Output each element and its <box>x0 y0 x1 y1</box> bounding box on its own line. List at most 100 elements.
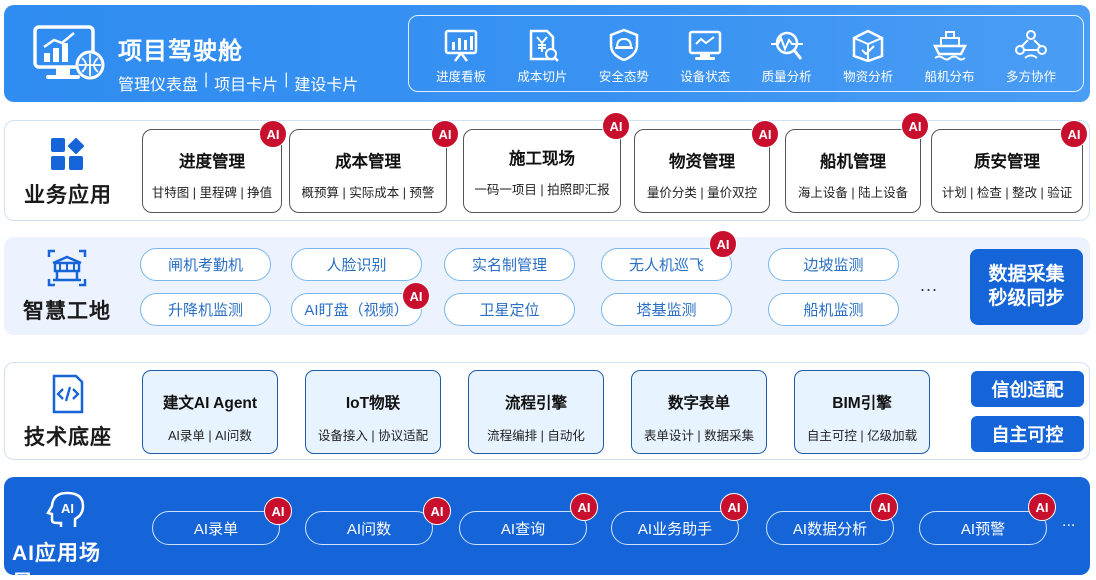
menu-quality[interactable]: 质量分析 <box>749 16 825 91</box>
tech-foundation-header: 技术底座 <box>13 373 123 451</box>
cockpit-menu: 进度看板 成本切片 安全态势 设备状态 质量分析 物资分析 船机分布 多方协作 <box>408 15 1084 92</box>
pill-gate-attendance[interactable]: 闸机考勤机 <box>140 248 271 281</box>
smart-site-title: 智慧工地 <box>23 300 111 323</box>
ai-badge: AI <box>264 497 292 525</box>
card-cost-management[interactable]: 成本管理 概预算 | 实际成本 | 预警 <box>289 129 447 213</box>
menu-safety[interactable]: 安全态势 <box>586 16 662 91</box>
card-subtitle: 量价分类 | 量价双控 <box>646 186 758 200</box>
ai-scenes-row: AI AI应用场景 AI录单 AI AI问数 AI AI查询 AI AI业务助手… <box>4 477 1090 580</box>
menu-cost-slice[interactable]: 成本切片 <box>504 16 580 91</box>
code-document-icon <box>52 374 84 414</box>
card-title: 进度管理 <box>179 153 245 171</box>
pill-real-name-management[interactable]: 实名制管理 <box>444 248 575 281</box>
card-title: 流程引擎 <box>504 395 567 412</box>
card-ai-agent[interactable]: 建文AI Agent AI录单 | AI问数 <box>142 370 278 454</box>
pill-satellite-positioning[interactable]: 卫星定位 <box>444 293 575 326</box>
menu-progress-board[interactable]: 进度看板 <box>423 16 499 91</box>
ai-badge: AI <box>901 112 929 140</box>
ai-pill-warning[interactable]: AI预警 <box>919 511 1047 545</box>
menu-label: 成本切片 <box>517 70 568 84</box>
ai-pill-business-assistant[interactable]: AI业务助手 <box>611 511 739 545</box>
menu-label: 设备状态 <box>680 70 731 84</box>
ai-pill-query[interactable]: AI查询 <box>459 511 587 545</box>
card-workflow-engine[interactable]: 流程引擎 流程编排 | 自动化 <box>468 370 604 454</box>
card-ship-machine-management[interactable]: 船机管理 海上设备 | 陆上设备 <box>785 129 921 213</box>
card-title: 数字表单 <box>667 395 730 412</box>
pill-face-recognition[interactable]: 人脸识别 <box>291 248 422 281</box>
card-subtitle: AI录单 | AI问数 <box>168 429 252 443</box>
card-title: 质安管理 <box>974 153 1040 171</box>
card-title: 成本管理 <box>335 153 401 171</box>
card-title: 施工现场 <box>509 150 575 168</box>
xinchuang-adaptation-button[interactable]: 信创适配 <box>971 371 1084 407</box>
menu-label: 质量分析 <box>761 70 812 84</box>
ai-pill-entry[interactable]: AI录单 <box>152 511 280 545</box>
menu-ship[interactable]: 船机分布 <box>912 16 988 91</box>
business-apps-row: 业务应用 进度管理 甘特图 | 里程碑 | 挣值 AI 成本管理 概预算 | 实… <box>4 112 1090 221</box>
link-separator: | <box>284 71 289 88</box>
self-controllable-button[interactable]: 自主可控 <box>971 416 1084 452</box>
card-subtitle: 甘特图 | 里程碑 | 挣值 <box>151 186 273 200</box>
pill-tower-base-monitoring[interactable]: 塔基监测 <box>601 293 732 326</box>
ai-badge: AI <box>870 493 898 521</box>
ai-pill-ask-data[interactable]: AI问数 <box>305 511 433 545</box>
ai-scenes-title: AI应用场景 <box>12 542 101 580</box>
link-project-card[interactable]: 项目卡片 <box>214 71 278 95</box>
more-ellipsis: ... <box>1062 513 1076 530</box>
card-subtitle: 概预算 | 实际成本 | 预警 <box>301 186 435 200</box>
card-title: 船机管理 <box>820 153 886 171</box>
card-digital-form[interactable]: 数字表单 表单设计 | 数据采集 <box>631 370 767 454</box>
smart-site-header: 智慧工地 <box>12 247 122 325</box>
ai-badge: AI <box>602 112 630 140</box>
ship-icon <box>932 31 967 61</box>
ai-badge: AI <box>1060 120 1088 148</box>
cockpit-links: 管理仪表盘 | 项目卡片 | 建设卡片 <box>118 71 358 95</box>
menu-device-status[interactable]: 设备状态 <box>667 16 743 91</box>
construction-site-icon <box>47 249 87 287</box>
ai-badge: AI <box>751 120 779 148</box>
menu-label: 物资分析 <box>843 70 894 84</box>
sync-line-2: 秒级同步 <box>988 288 1065 309</box>
safety-shield-icon <box>609 28 639 62</box>
quality-search-icon <box>770 31 803 60</box>
business-apps-header: 业务应用 <box>13 135 123 209</box>
ai-badge: AI <box>1028 493 1056 521</box>
tech-foundation-title: 技术底座 <box>24 426 112 449</box>
ai-head-icon: AI <box>46 491 85 527</box>
card-quality-safety-management[interactable]: 质安管理 计划 | 检查 | 整改 | 验证 <box>931 129 1083 213</box>
ai-badge: AI <box>423 497 451 525</box>
pill-elevator-monitoring[interactable]: 升降机监测 <box>140 293 271 326</box>
pill-ship-machine-monitoring[interactable]: 船机监测 <box>768 293 899 326</box>
sync-line-1: 数据采集 <box>988 264 1065 285</box>
card-bim-engine[interactable]: BIM引擎 自主可控 | 亿级加载 <box>794 370 930 454</box>
ai-badge: AI <box>259 120 287 148</box>
dashboard-monitor-icon <box>32 23 106 85</box>
more-ellipsis: ... <box>920 275 939 295</box>
ai-badge: AI <box>402 282 430 310</box>
data-sync-box: 数据采集 秒级同步 <box>970 249 1083 325</box>
pill-slope-monitoring[interactable]: 边坡监测 <box>768 248 899 281</box>
menu-label: 船机分布 <box>924 70 975 84</box>
menu-label: 安全态势 <box>598 70 649 84</box>
card-construction-site[interactable]: 施工现场 一码一项目 | 拍照即汇报 <box>463 129 621 213</box>
app-grid-icon <box>51 137 85 170</box>
collaboration-icon <box>1014 30 1047 59</box>
link-construction-card[interactable]: 建设卡片 <box>294 71 358 95</box>
ai-badge: AI <box>720 493 748 521</box>
menu-label: 进度看板 <box>435 70 486 84</box>
card-iot[interactable]: IoT物联 设备接入 | 协议适配 <box>305 370 441 454</box>
card-subtitle: 自主可控 | 亿级加载 <box>806 429 918 443</box>
link-separator: | <box>204 71 209 88</box>
cost-slice-icon <box>530 29 560 62</box>
menu-materials[interactable]: 物资分析 <box>830 16 906 91</box>
link-management-dashboard[interactable]: 管理仪表盘 <box>118 71 198 95</box>
card-title: IoT物联 <box>345 395 401 412</box>
ai-badge: AI <box>431 120 459 148</box>
menu-label: 多方协作 <box>1005 70 1056 84</box>
business-apps-title: 业务应用 <box>24 184 112 207</box>
menu-collaboration[interactable]: 多方协作 <box>993 16 1069 91</box>
materials-box-icon <box>852 29 884 62</box>
card-materials-management[interactable]: 物资管理 量价分类 | 量价双控 <box>634 129 770 213</box>
card-title: 建文AI Agent <box>162 395 258 412</box>
card-subtitle: 计划 | 检查 | 整改 | 验证 <box>941 186 1073 200</box>
